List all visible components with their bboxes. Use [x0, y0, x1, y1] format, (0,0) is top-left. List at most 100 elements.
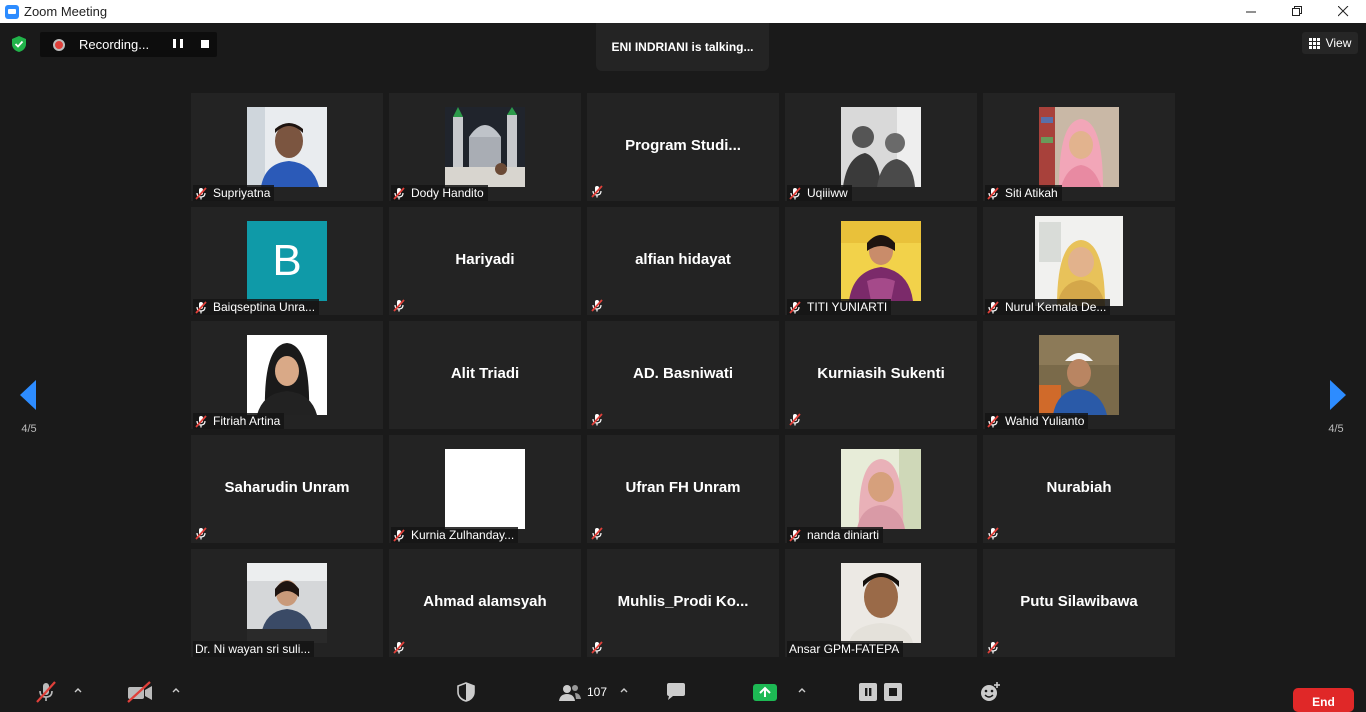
start-video-button[interactable]	[126, 679, 154, 705]
restore-button[interactable]	[1274, 0, 1320, 23]
security-button[interactable]	[456, 679, 476, 705]
mic-muted-icon	[591, 527, 603, 540]
participant-video	[1039, 107, 1119, 187]
participants-icon	[559, 685, 581, 701]
share-screen-icon	[753, 684, 777, 701]
participant-video	[1035, 216, 1123, 306]
meeting-stage: Recording... ENI INDRIANI is talking... …	[0, 23, 1366, 675]
mic-muted-icon	[789, 413, 801, 426]
participant-video	[445, 449, 525, 529]
participant-video	[841, 563, 921, 643]
participant-tile[interactable]: Kurniasih Sukenti	[785, 321, 977, 429]
share-options-chevron-icon[interactable]	[798, 687, 806, 693]
participant-name-tag: Dody Handito	[391, 185, 488, 201]
participant-name-tag: Nurul Kemala De...	[985, 299, 1111, 315]
pause-recording-button[interactable]	[173, 39, 183, 50]
audio-options-chevron-icon[interactable]	[74, 687, 82, 693]
participant-name: Fitriah Artina	[213, 414, 281, 428]
close-button[interactable]	[1320, 0, 1366, 23]
reactions-smiley-icon	[981, 682, 1000, 701]
mic-muted-icon	[987, 414, 999, 428]
participant-tile[interactable]: Alit Triadi	[389, 321, 581, 429]
recording-controls-button[interactable]	[858, 679, 904, 705]
previous-page-arrow-icon[interactable]	[20, 380, 36, 410]
participants-options-chevron-icon[interactable]	[620, 687, 628, 693]
participant-name-tag: Dr. Ni wayan sri suli...	[193, 641, 315, 657]
participant-video	[247, 335, 327, 415]
participant-name-center: Alit Triadi	[450, 365, 520, 382]
security-shield-icon[interactable]	[10, 35, 28, 53]
share-screen-button[interactable]	[752, 679, 778, 705]
mic-muted-icon	[987, 641, 999, 654]
participant-tile[interactable]: Uqiiiww	[785, 93, 977, 201]
mic-muted-icon	[393, 528, 405, 542]
participant-name-tag: Fitriah Artina	[193, 413, 285, 429]
mic-muted-icon	[393, 186, 405, 200]
participant-tile[interactable]: Putu Silawibawa	[983, 549, 1175, 657]
participant-tile[interactable]: Muhlis_Prodi Ko...	[587, 549, 779, 657]
mic-muted-icon	[591, 185, 603, 198]
meeting-toolbar: 107 End	[0, 675, 1366, 712]
participant-tile[interactable]: Dr. Ni wayan sri suli...	[191, 549, 383, 657]
participant-tile[interactable]: nanda diniarti	[785, 435, 977, 543]
participant-tile[interactable]: Siti Atikah	[983, 93, 1175, 201]
participant-tile[interactable]: TITI YUNIARTI	[785, 207, 977, 315]
participant-gallery: Supriyatna Dody Handito Program Studi...	[191, 93, 1176, 657]
participant-name-center: alfian hidayat	[635, 251, 731, 268]
participant-tile[interactable]: AD. Basniwati	[587, 321, 779, 429]
participant-tile[interactable]: Supriyatna	[191, 93, 383, 201]
restore-icon	[1291, 6, 1302, 16]
participant-tile[interactable]: Ahmad alamsyah	[389, 549, 581, 657]
participant-name-tag: Siti Atikah	[985, 185, 1062, 201]
participant-name-center: AD. Basniwati	[632, 365, 734, 382]
minimize-button[interactable]	[1228, 0, 1274, 23]
participant-name-tag: Wahid Yulianto	[985, 413, 1089, 429]
participant-name: Siti Atikah	[1005, 186, 1058, 200]
participant-name-center: Ahmad alamsyah	[423, 593, 547, 610]
participant-name: Dody Handito	[411, 186, 484, 200]
reactions-button[interactable]	[978, 679, 1002, 705]
participant-tile[interactable]: Program Studi...	[587, 93, 779, 201]
participant-video	[841, 221, 921, 301]
participant-tile[interactable]: Ansar GPM-FATEPA	[785, 549, 977, 657]
participant-name-center: Muhlis_Prodi Ko...	[617, 593, 749, 610]
participant-tile[interactable]: B Baiqseptina Unra...	[191, 207, 383, 315]
participant-name-center: Putu Silawibawa	[1020, 593, 1138, 610]
participant-name-tag: Ansar GPM-FATEPA	[787, 641, 904, 657]
video-options-chevron-icon[interactable]	[172, 687, 180, 693]
stop-recording-button[interactable]	[201, 40, 209, 48]
recording-label: Recording...	[79, 37, 150, 52]
participant-video	[445, 107, 525, 187]
participant-tile[interactable]: Hariyadi	[389, 207, 581, 315]
participant-name: TITI YUNIARTI	[807, 300, 888, 314]
mic-muted-icon	[987, 186, 999, 200]
participant-tile[interactable]: Saharudin Unram	[191, 435, 383, 543]
mic-muted-icon	[987, 527, 999, 540]
unmute-button[interactable]	[34, 679, 58, 705]
participant-tile[interactable]: Wahid Yulianto	[983, 321, 1175, 429]
mic-muted-icon	[789, 300, 801, 314]
participant-tile[interactable]: Kurnia Zulhanday...	[389, 435, 581, 543]
view-button[interactable]: View	[1302, 32, 1358, 54]
participant-tile[interactable]: Ufran FH Unram	[587, 435, 779, 543]
mic-muted-icon	[789, 186, 801, 200]
mic-muted-icon	[195, 414, 207, 428]
participants-count: 107	[587, 685, 608, 699]
grid-view-icon	[1308, 37, 1320, 49]
end-meeting-button[interactable]: End	[1293, 688, 1354, 712]
participant-tile[interactable]: Dody Handito	[389, 93, 581, 201]
chat-button[interactable]	[664, 679, 688, 705]
next-page-arrow-icon[interactable]	[1330, 380, 1346, 410]
mic-muted-icon	[36, 681, 56, 703]
mic-muted-icon	[195, 527, 207, 540]
participant-tile[interactable]: Fitriah Artina	[191, 321, 383, 429]
participant-tile[interactable]: Nurul Kemala De...	[983, 207, 1175, 315]
participant-name: Ansar GPM-FATEPA	[789, 642, 900, 656]
participant-tile[interactable]: alfian hidayat	[587, 207, 779, 315]
participants-button[interactable]: 107	[558, 679, 607, 705]
participant-tile[interactable]: Nurabiah	[983, 435, 1175, 543]
participant-name-tag: Uqiiiww	[787, 185, 852, 201]
participant-video	[247, 563, 327, 643]
mic-muted-icon	[393, 299, 405, 312]
participant-avatar: B	[247, 221, 327, 301]
